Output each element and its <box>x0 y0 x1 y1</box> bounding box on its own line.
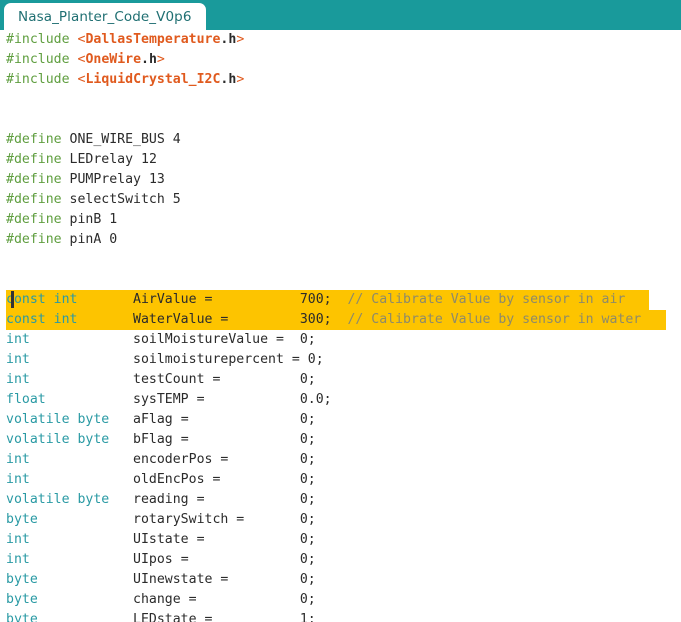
code-line-text: int soilMoistureValue = 0; <box>6 332 316 347</box>
code-line-text: #include <OneWire.h> <box>6 52 165 67</box>
code-line-text: const int AirValue = 700; // Calibrate V… <box>6 292 626 307</box>
code-line-text: int encoderPos = 0; <box>6 452 316 467</box>
code-line[interactable]: #define ONE_WIRE_BUS 4 <box>6 130 681 150</box>
code-line[interactable]: const int WaterValue = 300; // Calibrate… <box>6 310 681 330</box>
code-line[interactable]: volatile byte aFlag = 0; <box>6 410 681 430</box>
code-line-text: #define LEDrelay 12 <box>6 152 157 167</box>
code-line[interactable]: volatile byte reading = 0; <box>6 490 681 510</box>
code-line[interactable]: #include <LiquidCrystal_I2C.h> <box>6 70 681 90</box>
code-line[interactable]: byte rotarySwitch = 0; <box>6 510 681 530</box>
code-line-text: #define pinB 1 <box>6 212 118 227</box>
code-line[interactable]: #define pinB 1 <box>6 210 681 230</box>
tab-nasa-planter-code[interactable]: Nasa_Planter_Code_V0p6 <box>4 3 206 30</box>
code-line-text: #include <DallasTemperature.h> <box>6 32 245 47</box>
code-line[interactable]: #include <OneWire.h> <box>6 50 681 70</box>
code-line[interactable]: byte change = 0; <box>6 590 681 610</box>
code-line[interactable]: #define pinA 0 <box>6 230 681 250</box>
code-line-text: byte change = 0; <box>6 592 316 607</box>
code-line[interactable]: byte UInewstate = 0; <box>6 570 681 590</box>
code-line[interactable]: #define selectSwitch 5 <box>6 190 681 210</box>
code-line[interactable]: const int AirValue = 700; // Calibrate V… <box>6 290 681 310</box>
text-caret <box>11 291 14 308</box>
code-line[interactable]: volatile byte bFlag = 0; <box>6 430 681 450</box>
code-line-text: float sysTEMP = 0.0; <box>6 392 332 407</box>
code-line-text: int soilmoisturepercent = 0; <box>6 352 324 367</box>
code-line-blank[interactable] <box>6 270 681 290</box>
code-line-text: int UIstate = 0; <box>6 532 316 547</box>
code-line-blank[interactable] <box>6 90 681 110</box>
editor-tab-bar: Nasa_Planter_Code_V0p6 <box>0 0 681 30</box>
code-line-text: const int WaterValue = 300; // Calibrate… <box>6 312 642 327</box>
code-line-text: #include <LiquidCrystal_I2C.h> <box>6 72 245 87</box>
code-editor[interactable]: #include <DallasTemperature.h> #include <… <box>0 30 681 622</box>
code-line-text: #define ONE_WIRE_BUS 4 <box>6 132 181 147</box>
code-line[interactable]: #include <DallasTemperature.h> <box>6 30 681 50</box>
code-line-blank[interactable] <box>6 110 681 130</box>
code-line[interactable]: float sysTEMP = 0.0; <box>6 390 681 410</box>
code-line-text: #define selectSwitch 5 <box>6 192 181 207</box>
code-line-blank[interactable] <box>6 250 681 270</box>
code-line-text: int UIpos = 0; <box>6 552 316 567</box>
code-line[interactable]: int UIstate = 0; <box>6 530 681 550</box>
code-line[interactable]: int testCount = 0; <box>6 370 681 390</box>
code-line[interactable]: byte LEDstate = 1; <box>6 610 681 622</box>
code-line[interactable]: #define PUMPrelay 13 <box>6 170 681 190</box>
code-line-text: volatile byte aFlag = 0; <box>6 412 316 427</box>
code-line-text: int oldEncPos = 0; <box>6 472 316 487</box>
tab-label: Nasa_Planter_Code_V0p6 <box>18 8 192 25</box>
code-line[interactable]: #define LEDrelay 12 <box>6 150 681 170</box>
code-line[interactable]: int UIpos = 0; <box>6 550 681 570</box>
code-line-text: #define pinA 0 <box>6 232 118 247</box>
code-line-text: byte UInewstate = 0; <box>6 572 316 587</box>
code-line[interactable]: int soilMoistureValue = 0; <box>6 330 681 350</box>
code-line-text: #define PUMPrelay 13 <box>6 172 165 187</box>
code-line[interactable]: int encoderPos = 0; <box>6 450 681 470</box>
code-line-text: volatile byte reading = 0; <box>6 492 316 507</box>
code-line[interactable]: int oldEncPos = 0; <box>6 470 681 490</box>
code-line-text: int testCount = 0; <box>6 372 316 387</box>
code-line[interactable]: int soilmoisturepercent = 0; <box>6 350 681 370</box>
code-line-text: volatile byte bFlag = 0; <box>6 432 316 447</box>
code-line-text: byte LEDstate = 1; <box>6 612 316 622</box>
code-line-text: byte rotarySwitch = 0; <box>6 512 316 527</box>
